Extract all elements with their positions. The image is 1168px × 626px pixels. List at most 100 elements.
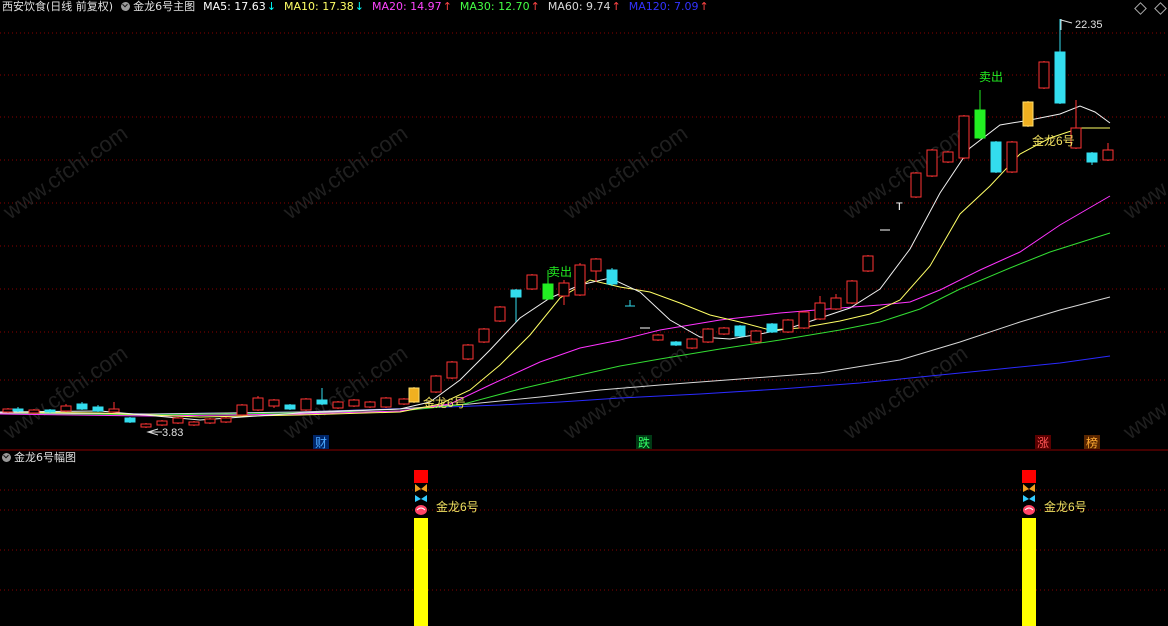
candle-body [408, 387, 420, 403]
event-bang: 榜 [1086, 435, 1098, 450]
candle-body [862, 255, 874, 272]
candle-body [686, 338, 698, 349]
watermark: www.cfchi.com [0, 120, 132, 224]
watermark: www.cfchi.com [0, 340, 132, 444]
candle-body [300, 398, 312, 411]
candle-body [526, 274, 538, 290]
candle-body [478, 328, 490, 343]
candle-body [28, 409, 40, 414]
signal-bar [1022, 518, 1036, 626]
kline-chart[interactable]: www.cfchi.com www.cfchi.com www.cfchi.co… [0, 0, 1168, 626]
candle-body [284, 404, 296, 410]
candle-body [652, 334, 664, 341]
watermark: www.cfchi.com [1118, 120, 1168, 224]
candle-body [380, 397, 392, 408]
dropdown-circle-icon[interactable] [2, 453, 11, 462]
candle-body [188, 421, 200, 426]
candle-body [1022, 101, 1034, 127]
candle-body [364, 401, 376, 408]
inverted-t-icon [625, 300, 635, 307]
subchart-signal-label: 金龙6号 [436, 499, 479, 514]
signal-bar [414, 518, 428, 626]
candle-body [108, 408, 120, 413]
sell-signal-label: 卖出 [979, 70, 1003, 84]
candle-body [316, 399, 328, 405]
candle-body [348, 399, 360, 407]
candle-body [462, 344, 474, 360]
candle-body [1086, 152, 1098, 163]
candle-body [236, 404, 248, 416]
candle-body [910, 172, 922, 198]
subchart-signal-label: 金龙6号 [1044, 499, 1087, 514]
t-mark-icon: T [896, 201, 903, 213]
candle-body [734, 325, 746, 337]
candle-body [124, 417, 136, 423]
candle-body [958, 115, 970, 159]
candle-body [846, 280, 858, 304]
candle-body [542, 283, 554, 300]
event-markers: 财 跌 涨 榜 [313, 435, 1100, 450]
candle-body [574, 264, 586, 296]
candle-body [2, 408, 14, 413]
ma30-line [0, 232, 1111, 416]
candle-body [92, 406, 104, 412]
candle-body [974, 109, 986, 139]
watermark: www.cfchi.com [278, 340, 412, 444]
candle-body [172, 417, 184, 424]
candle-body [1006, 141, 1018, 173]
signal-top-block [414, 470, 428, 483]
candle-body [430, 375, 442, 393]
low-price-label: 3.83 [162, 427, 183, 439]
candle-body [990, 141, 1002, 173]
candle-body [510, 289, 522, 298]
candle-body [1038, 61, 1050, 89]
subchart-bars: 金龙6号 金龙6号 [414, 470, 1087, 626]
candle-body [398, 398, 410, 405]
sell-signal-label: 卖出 [548, 265, 572, 279]
candle-body [332, 401, 344, 409]
candle-body [558, 282, 570, 297]
signal-label: 金龙6号 [1032, 133, 1075, 148]
high-arrow-icon [1060, 19, 1073, 24]
subchart-title: 金龙6号幅图 [14, 451, 76, 464]
candle-body [252, 397, 264, 411]
event-cai: 财 [315, 436, 327, 450]
candle-body [926, 149, 938, 177]
candle-body [702, 328, 714, 343]
candle-body [782, 319, 794, 333]
signal-top-block [1022, 470, 1036, 483]
candle-body [750, 330, 762, 343]
butterfly-icon [415, 484, 427, 515]
watermark: www.cfchi.com [838, 120, 972, 224]
candle-body [590, 258, 602, 272]
signal-label: 金龙6号 [423, 395, 466, 410]
candle-body [942, 151, 954, 163]
candle-body [1102, 149, 1114, 161]
candle-body [670, 341, 682, 346]
high-price-label: 22.35 [1075, 19, 1103, 31]
candle-body [814, 302, 826, 320]
candle-body [1054, 51, 1066, 104]
watermark: www.cfchi.com [838, 340, 972, 444]
candle-body [494, 306, 506, 322]
event-die: 跌 [638, 435, 650, 450]
butterfly-icon [1023, 484, 1035, 515]
low-arrow-icon [146, 428, 162, 436]
candle-body [140, 423, 152, 428]
candle-body [220, 417, 232, 423]
candle-body [12, 408, 24, 412]
candle-body [798, 311, 810, 329]
watermark: www.cfchi.com [278, 120, 412, 224]
candle-body [60, 405, 72, 412]
candle-body [76, 403, 88, 410]
candle-body [204, 418, 216, 424]
candle-body [446, 361, 458, 379]
event-zhang: 涨 [1037, 435, 1049, 450]
candle-body [718, 327, 730, 335]
candle-body [268, 399, 280, 407]
candle-body [44, 409, 56, 413]
candle-body [606, 269, 618, 285]
grid-lines [0, 32, 1168, 591]
subchart-header: 金龙6号幅图 [2, 451, 76, 465]
candle-body [156, 420, 168, 426]
